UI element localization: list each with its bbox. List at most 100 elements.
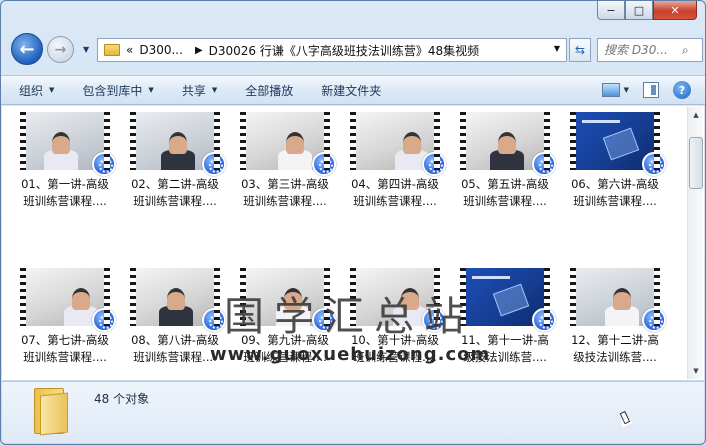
close-button[interactable]: ✕ xyxy=(653,1,697,20)
breadcrumb-separator-icon[interactable]: ▶ xyxy=(195,45,203,56)
file-name: 01、第一讲-高级 班训练营课程.... xyxy=(12,176,118,210)
media-player-icon xyxy=(642,152,666,176)
explorer-window: − □ ✕ ← → ▼ « D300... ▶ D30026 行谦《八字高级班技… xyxy=(0,0,706,445)
recent-pages-dropdown-icon[interactable]: ▼ xyxy=(83,45,89,54)
file-name-line: 班训练营课程.... xyxy=(133,194,217,208)
file-name-line: 班训练营课程.... xyxy=(353,194,437,208)
scroll-up-button[interactable]: ▲ xyxy=(689,107,703,123)
vertical-scrollbar[interactable]: ▲ ▼ xyxy=(687,107,703,379)
details-pane: 48 个对象 xyxy=(2,381,704,443)
file-item[interactable]: 05、第五讲-高级 班训练营课程.... xyxy=(452,112,558,232)
file-name: 06、第六讲-高级 班训练营课程.... xyxy=(562,176,668,210)
breadcrumb-overflow[interactable]: « xyxy=(126,43,133,57)
file-item[interactable]: 03、第三讲-高级 班训练营课程.... xyxy=(232,112,338,232)
media-player-icon xyxy=(532,152,556,176)
file-list[interactable]: 01、第一讲-高级 班训练营课程.... 02、第二讲-高级 班训练营课程.... 03… xyxy=(2,106,704,380)
video-thumbnail xyxy=(130,112,226,176)
file-name-line: 级技法训练营.... xyxy=(573,350,657,364)
back-button[interactable]: ← xyxy=(11,33,43,65)
scroll-thumb[interactable] xyxy=(689,137,703,189)
file-name-line: 班训练营课程.... xyxy=(243,194,327,208)
file-name: 12、第十二讲-高 级技法训练营.... xyxy=(562,332,668,366)
new-folder-label: 新建文件夹 xyxy=(321,83,382,98)
chevron-down-icon: ▼ xyxy=(148,86,154,94)
file-name-line: 06、第六讲-高级 xyxy=(571,177,659,191)
file-name: 05、第五讲-高级 班训练营课程.... xyxy=(452,176,558,210)
play-all-label: 全部播放 xyxy=(245,83,294,98)
search-box[interactable]: ⌕ xyxy=(597,38,703,62)
video-thumbnail xyxy=(20,268,116,332)
media-player-icon xyxy=(642,308,666,332)
include-in-library-label: 包含到库中 xyxy=(82,83,143,98)
file-name-line: 班训练营课程.... xyxy=(23,194,107,208)
mouse-cursor-icon xyxy=(615,408,633,428)
file-name-line: 01、第一讲-高级 xyxy=(21,177,109,191)
video-thumbnail xyxy=(570,268,666,332)
chevron-down-icon: ▼ xyxy=(211,86,218,94)
file-name: 03、第三讲-高级 班训练营课程.... xyxy=(232,176,338,210)
search-icon[interactable]: ⌕ xyxy=(682,43,689,58)
forward-button[interactable]: → xyxy=(47,36,74,63)
refresh-button[interactable]: ⇆ xyxy=(569,38,591,62)
file-name-line: 12、第十二讲-高 xyxy=(571,333,659,347)
refresh-icon: ⇆ xyxy=(574,43,586,57)
breadcrumb-item-parent[interactable]: D300... xyxy=(139,43,183,57)
media-player-icon xyxy=(202,308,226,332)
address-dropdown-icon[interactable]: ▼ xyxy=(554,44,560,53)
file-item[interactable]: 01、第一讲-高级 班训练营课程.... xyxy=(12,112,118,232)
video-thumbnail xyxy=(460,112,556,176)
play-all-button[interactable]: 全部播放 xyxy=(245,82,293,99)
watermark-url: www.guoxuehuizong.com xyxy=(210,344,491,365)
file-name-line: 03、第三讲-高级 xyxy=(241,177,329,191)
back-arrow-icon: ← xyxy=(19,38,35,60)
file-name-line: 07、第七讲-高级 xyxy=(21,333,109,347)
file-item[interactable]: 07、第七讲-高级 班训练营课程.... xyxy=(12,268,118,380)
maximize-button[interactable]: □ xyxy=(625,1,653,20)
new-folder-button[interactable]: 新建文件夹 xyxy=(321,82,381,99)
help-icon[interactable]: ? xyxy=(673,81,691,99)
scroll-down-button[interactable]: ▼ xyxy=(689,363,703,379)
media-player-icon xyxy=(312,152,336,176)
share-label: 共享 xyxy=(181,83,206,98)
chevron-down-icon: ▼ xyxy=(49,86,55,94)
watermark-title: 国学汇总站 xyxy=(224,294,474,340)
file-name: 04、第四讲-高级 班训练营课程.... xyxy=(342,176,448,210)
file-name-line: 班训练营课程.... xyxy=(23,350,107,364)
search-input[interactable] xyxy=(604,43,682,57)
media-player-icon xyxy=(92,152,116,176)
file-name: 07、第七讲-高级 班训练营课程.... xyxy=(12,332,118,366)
preview-pane-icon[interactable] xyxy=(643,82,659,98)
include-in-library-menu[interactable]: 包含到库中 ▼ xyxy=(82,82,153,99)
forward-arrow-icon: → xyxy=(54,41,67,58)
organize-menu[interactable]: 组织 ▼ xyxy=(19,82,54,99)
caption-buttons: − □ ✕ xyxy=(597,1,697,20)
chevron-down-icon: ▼ xyxy=(623,86,629,94)
file-item[interactable]: 02、第二讲-高级 班训练营课程.... xyxy=(122,112,228,232)
navigation-bar: ← → ▼ « D300... ▶ D30026 行谦《八字高级班技法训练营》4… xyxy=(7,33,703,67)
file-item[interactable]: 04、第四讲-高级 班训练营课程.... xyxy=(342,112,448,232)
file-name-line: 02、第二讲-高级 xyxy=(131,177,219,191)
video-thumbnail xyxy=(570,112,666,176)
file-item[interactable]: 12、第十二讲-高 级技法训练营.... xyxy=(562,268,668,380)
video-thumbnail xyxy=(20,112,116,176)
view-controls: ▼ ? xyxy=(601,81,691,99)
view-icon xyxy=(601,83,620,97)
file-name: 02、第二讲-高级 班训练营课程.... xyxy=(122,176,228,210)
video-thumbnail xyxy=(130,268,226,332)
address-bar[interactable]: « D300... ▶ D30026 行谦《八字高级班技法训练营》48集视频 ▼ xyxy=(97,38,567,62)
folder-icon xyxy=(104,44,120,56)
change-view-button[interactable]: ▼ xyxy=(601,83,629,97)
folder-icon xyxy=(34,388,68,436)
breadcrumb-item-current[interactable]: D30026 行谦《八字高级班技法训练营》48集视频 xyxy=(209,42,480,59)
file-name-line: 05、第五讲-高级 xyxy=(461,177,549,191)
file-name-line: 04、第四讲-高级 xyxy=(351,177,439,191)
file-item[interactable]: 06、第六讲-高级 班训练营课程.... xyxy=(562,112,668,232)
media-player-icon xyxy=(92,308,116,332)
minimize-button[interactable]: − xyxy=(597,1,625,20)
share-menu[interactable]: 共享 ▼ xyxy=(182,82,217,99)
media-player-icon xyxy=(202,152,226,176)
video-thumbnail xyxy=(350,112,446,176)
media-player-icon xyxy=(422,152,446,176)
command-bar: 组织 ▼ 包含到库中 ▼ 共享 ▼ 全部播放 新建文件夹 ▼ ? xyxy=(1,75,705,105)
item-count: 48 个对象 xyxy=(94,392,150,406)
